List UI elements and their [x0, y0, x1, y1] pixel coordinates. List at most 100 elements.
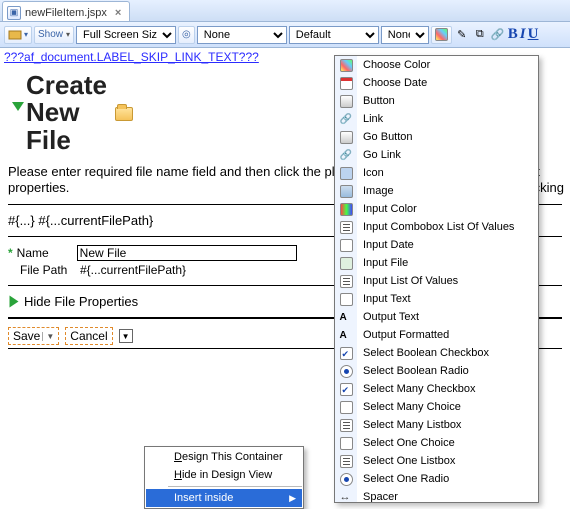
component-item-label: Input Date: [357, 239, 414, 251]
component-item-input-date[interactable]: Input Date: [335, 236, 538, 254]
select-boolean-checkbox-icon: [340, 347, 353, 360]
component-item-input-list-of-values[interactable]: Input List Of Values: [335, 272, 538, 290]
component-item-label: Input Text: [357, 293, 411, 305]
component-item-output-formatted[interactable]: Output Formatted: [335, 326, 538, 344]
component-item-select-many-checkbox[interactable]: Select Many Checkbox: [335, 380, 538, 398]
component-item-label: Select One Choice: [357, 437, 455, 449]
menu-insert-inside[interactable]: Insert inside▶: [146, 489, 302, 507]
component-item-image[interactable]: Image: [335, 182, 538, 200]
component-item-go-link[interactable]: Go Link: [335, 146, 538, 164]
input-date-icon: [340, 239, 353, 252]
save-button[interactable]: Save ▼: [8, 327, 59, 345]
select-one-choice-icon: [340, 437, 353, 450]
component-item-choose-date[interactable]: Choose Date: [335, 74, 538, 92]
component-item-label: Input File: [357, 257, 408, 269]
component-item-label: Select Many Choice: [357, 401, 461, 413]
component-item-output-text[interactable]: Output Text: [335, 308, 538, 326]
page-title-line2: New: [26, 99, 79, 126]
component-drop-button[interactable]: ▾: [4, 26, 32, 44]
component-item-input-file[interactable]: Input File: [335, 254, 538, 272]
select-many-checkbox-icon: [340, 383, 353, 396]
component-item-select-boolean-radio[interactable]: Select Boolean Radio: [335, 362, 538, 380]
input-color-icon: [340, 203, 353, 216]
filepath-label: File Path: [20, 263, 76, 277]
component-item-input-text[interactable]: Input Text: [335, 290, 538, 308]
component-item-label: Select One Listbox: [357, 455, 455, 467]
filepath-value: #{...currentFilePath}: [80, 263, 186, 277]
input-combobox-list-of-values-icon: [340, 221, 353, 234]
page-title-line1: Create: [26, 72, 107, 99]
target-icon: ◎: [182, 29, 191, 40]
component-item-input-color[interactable]: Input Color: [335, 200, 538, 218]
component-item-label: Input Color: [357, 203, 417, 215]
component-item-label: Select Boolean Checkbox: [357, 347, 489, 359]
component-item-select-many-listbox[interactable]: Select Many Listbox: [335, 416, 538, 434]
component-item-label: Choose Color: [357, 59, 430, 71]
menu-design-container[interactable]: Design This Container: [146, 448, 302, 466]
wand-icon[interactable]: ✎: [454, 27, 470, 43]
component-item-label: Select Many Listbox: [357, 419, 461, 431]
component-item-label: Input List Of Values: [357, 275, 458, 287]
hide-properties-label: Hide File Properties: [24, 294, 138, 309]
icon-icon: [340, 167, 353, 180]
component-item-spacer[interactable]: Spacer: [335, 488, 538, 503]
image-icon: [340, 185, 353, 198]
underline-button[interactable]: U: [528, 26, 539, 43]
component-item-label: Select Boolean Radio: [357, 365, 469, 377]
component-item-select-one-choice[interactable]: Select One Choice: [335, 434, 538, 452]
link-tool-icon[interactable]: 🔗: [490, 27, 506, 43]
style-select-2[interactable]: Default: [289, 26, 379, 44]
component-item-label: Select Many Checkbox: [357, 383, 476, 395]
select-boolean-radio-icon: [340, 365, 353, 378]
component-item-select-boolean-checkbox[interactable]: Select Boolean Checkbox: [335, 344, 538, 362]
dropdown-button[interactable]: ▼: [119, 329, 133, 343]
jspx-file-icon: ▣: [7, 6, 21, 20]
component-item-label: Choose Date: [357, 77, 427, 89]
close-tab-icon[interactable]: ×: [115, 7, 121, 19]
component-item-label: Go Button: [357, 131, 413, 143]
output-text-icon: [340, 311, 353, 324]
go-link-icon: [340, 149, 353, 162]
file-tab[interactable]: ▣ newFileItem.jspx ×: [2, 1, 130, 21]
menu-hide-designview[interactable]: Hide in Design View: [146, 466, 302, 484]
component-item-label: Input Combobox List Of Values: [357, 221, 514, 233]
component-item-select-one-listbox[interactable]: Select One Listbox: [335, 452, 538, 470]
link-icon: [340, 113, 353, 126]
component-item-go-button[interactable]: Go Button: [335, 128, 538, 146]
palette-button[interactable]: [431, 26, 452, 44]
show-menu-button[interactable]: Show: [34, 26, 74, 44]
style-select-3[interactable]: None: [381, 26, 429, 44]
input-list-of-values-icon: [340, 275, 353, 288]
select-many-choice-icon: [340, 401, 353, 414]
binding-icon[interactable]: ⧉: [472, 27, 488, 43]
cancel-button[interactable]: Cancel: [65, 327, 112, 345]
choose-color-icon: [340, 59, 353, 72]
insert-inside-submenu: Choose Color Choose Date Button Link Go Butt…: [334, 55, 539, 503]
go-button-icon: [340, 131, 353, 144]
bold-button[interactable]: B: [508, 26, 518, 43]
component-item-select-many-choice[interactable]: Select Many Choice: [335, 398, 538, 416]
target-button[interactable]: ◎: [178, 26, 195, 44]
file-tab-label: newFileItem.jspx: [25, 7, 107, 19]
component-item-select-one-radio[interactable]: Select One Radio: [335, 470, 538, 488]
expand-icon: [10, 296, 19, 308]
component-item-label: Output Formatted: [357, 329, 449, 341]
name-input[interactable]: [77, 245, 297, 261]
output-formatted-icon: [340, 329, 353, 342]
component-item-label: Button: [357, 95, 395, 107]
component-item-choose-color[interactable]: Choose Color: [335, 56, 538, 74]
style-select-1[interactable]: None: [197, 26, 287, 44]
disclosure-icon[interactable]: [12, 102, 24, 111]
component-item-icon[interactable]: Icon: [335, 164, 538, 182]
select-one-radio-icon: [340, 473, 353, 486]
component-item-link[interactable]: Link: [335, 110, 538, 128]
required-asterisk: *: [8, 246, 13, 260]
component-item-label: Image: [357, 185, 394, 197]
component-item-label: Link: [357, 113, 383, 125]
tab-bar: ▣ newFileItem.jspx ×: [0, 0, 570, 22]
toolbar: ▾ Show Full Screen Size ◎ None Default N…: [0, 22, 570, 48]
screen-size-select[interactable]: Full Screen Size: [76, 26, 176, 44]
italic-button[interactable]: I: [520, 26, 526, 43]
component-item-input-combobox-list-of-values[interactable]: Input Combobox List Of Values: [335, 218, 538, 236]
component-item-button[interactable]: Button: [335, 92, 538, 110]
